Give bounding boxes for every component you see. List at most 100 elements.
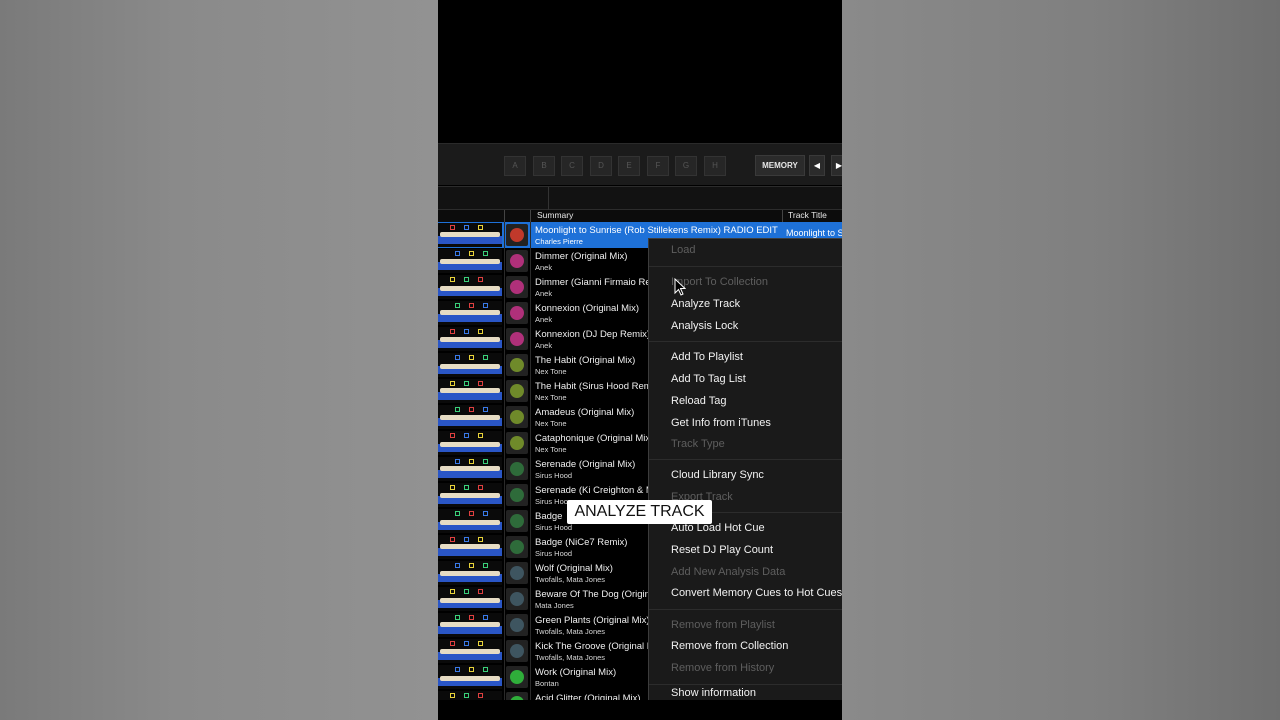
video-caption: ANALYZE TRACK <box>567 500 712 524</box>
cue-marker <box>450 225 455 230</box>
column-header-track-title[interactable]: Track Title <box>788 210 827 220</box>
track-artist: Sirus Hood <box>535 523 573 532</box>
waveform-high-band <box>440 232 500 237</box>
cue-marker <box>478 225 483 230</box>
column-divider <box>530 560 531 586</box>
album-artwork <box>506 380 528 402</box>
blurred-background-right <box>842 0 1280 720</box>
column-divider <box>504 508 505 534</box>
menu-item-add-to-tag-list[interactable]: Add To Tag List <box>671 373 746 385</box>
hot-cue-d-button[interactable]: D <box>590 156 612 176</box>
menu-separator <box>649 459 842 460</box>
track-artist: Mata Jones <box>535 601 574 610</box>
waveform-low-band <box>438 548 502 556</box>
cue-marker <box>469 303 474 308</box>
header-divider <box>504 210 505 222</box>
track-title: Badge <box>535 511 563 522</box>
cue-marker <box>483 563 488 568</box>
track-title: Konnexion (DJ Dep Remix) <box>535 329 651 340</box>
cue-marker <box>483 303 488 308</box>
track-artist: Sirus Hood <box>535 471 573 480</box>
prev-cue-icon[interactable]: ◀ <box>809 155 825 176</box>
menu-item-convert-memory-cues-to-hot-cues[interactable]: Convert Memory Cues to Hot Cues <box>671 587 842 599</box>
cue-marker <box>450 433 455 438</box>
column-header-summary[interactable]: Summary <box>537 210 573 220</box>
column-divider <box>504 664 505 690</box>
cue-marker <box>478 381 483 386</box>
album-artwork <box>506 302 528 324</box>
waveform-high-band <box>440 415 500 420</box>
hot-cue-a-button[interactable]: A <box>504 156 526 176</box>
waveform-preview <box>438 613 502 637</box>
track-artist: Nex Tone <box>535 445 567 454</box>
track-artist: Bontan <box>535 679 559 688</box>
cue-marker <box>483 251 488 256</box>
album-artwork <box>506 588 528 610</box>
cue-marker <box>483 615 488 620</box>
artwork-graphic <box>510 592 524 606</box>
album-artwork <box>506 692 528 700</box>
menu-item-remove-from-playlist: Remove from Playlist <box>671 619 775 631</box>
waveform-preview <box>438 665 502 689</box>
cue-marker <box>483 511 488 516</box>
cue-marker <box>455 667 460 672</box>
cue-marker <box>455 407 460 412</box>
status-bar <box>438 700 842 720</box>
waveform-preview <box>438 691 502 700</box>
column-divider <box>530 378 531 404</box>
hot-cue-bar: A B C D E F G H MEMORY ◀ ▶ <box>438 143 842 185</box>
menu-separator <box>649 684 842 685</box>
track-artist: Nex Tone <box>535 419 567 428</box>
hot-cue-f-button[interactable]: F <box>647 156 669 176</box>
column-divider <box>530 404 531 430</box>
track-artist: Anek <box>535 341 553 350</box>
hot-cue-h-button[interactable]: H <box>704 156 726 176</box>
hot-cue-b-button[interactable]: B <box>533 156 555 176</box>
column-divider <box>504 430 505 456</box>
cue-marker <box>450 381 455 386</box>
next-cue-icon[interactable]: ▶ <box>831 155 842 176</box>
cue-marker <box>483 459 488 464</box>
cue-marker <box>455 563 460 568</box>
waveform-preview <box>438 301 502 325</box>
track-artist: Anek <box>535 315 553 324</box>
cue-marker <box>469 667 474 672</box>
track-artist: Sirus Hoo <box>535 497 568 506</box>
column-divider <box>504 690 505 700</box>
track-title: Moonlight to Sunrise (Rob Stillekens Rem… <box>535 225 778 236</box>
cue-marker <box>478 589 483 594</box>
menu-item-get-info-from-itunes[interactable]: Get Info from iTunes <box>671 417 771 429</box>
cue-marker <box>478 433 483 438</box>
artwork-graphic <box>510 358 524 372</box>
artwork-graphic <box>510 306 524 320</box>
album-artwork <box>506 328 528 350</box>
waveform-high-band <box>440 337 500 342</box>
column-divider <box>504 534 505 560</box>
menu-item-reset-dj-play-count[interactable]: Reset DJ Play Count <box>671 544 773 556</box>
column-divider <box>504 586 505 612</box>
waveform-preview <box>438 431 502 455</box>
track-artist: Twofalls, Mata Jones <box>535 575 606 584</box>
memory-button[interactable]: MEMORY <box>755 155 805 176</box>
hot-cue-g-button[interactable]: G <box>675 156 697 176</box>
artwork-graphic <box>510 540 524 554</box>
hot-cue-c-button[interactable]: C <box>561 156 583 176</box>
column-divider <box>530 482 531 508</box>
album-artwork <box>506 250 528 272</box>
menu-item-show-information[interactable]: Show information <box>671 687 756 699</box>
track-artist: Nex Tone <box>535 367 567 376</box>
menu-item-cloud-library-sync[interactable]: Cloud Library Sync <box>671 469 764 481</box>
menu-item-add-to-playlist[interactable]: Add To Playlist <box>671 351 743 363</box>
waveform-preview <box>438 535 502 559</box>
menu-item-reload-tag[interactable]: Reload Tag <box>671 395 726 407</box>
menu-item-analyze-track[interactable]: Analyze Track <box>671 298 740 310</box>
menu-item-analysis-lock[interactable]: Analysis Lock <box>671 320 738 332</box>
waveform-preview <box>438 639 502 663</box>
artwork-graphic <box>510 280 524 294</box>
column-divider <box>530 326 531 352</box>
waveform-preview <box>438 483 502 507</box>
cue-marker <box>483 407 488 412</box>
menu-item-remove-from-collection[interactable]: Remove from Collection <box>671 640 788 652</box>
hot-cue-e-button[interactable]: E <box>618 156 640 176</box>
column-divider <box>530 248 531 274</box>
